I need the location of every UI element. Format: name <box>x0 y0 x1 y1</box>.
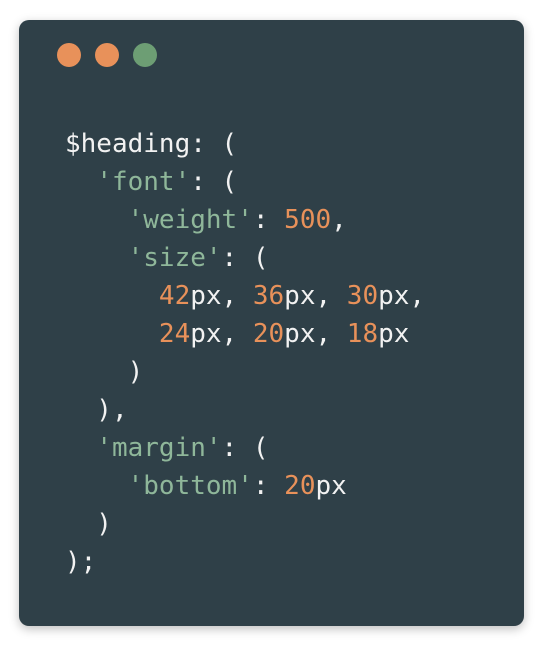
code-token-plain: ) <box>65 357 144 387</box>
code-token-number: 500 <box>284 205 332 235</box>
code-token-string: 'bottom' <box>127 471 253 501</box>
zoom-dot-icon[interactable] <box>133 43 157 67</box>
code-token-plain: ), <box>65 395 128 425</box>
code-token-plain: px <box>315 471 347 501</box>
code-block: $heading: ( 'font': ( 'weight': 500, 'si… <box>65 125 425 581</box>
code-token-plain: : <box>252 205 285 235</box>
code-token-plain: : ( <box>221 433 269 463</box>
code-token-number: 20 <box>252 319 285 349</box>
code-token-number: 36 <box>252 281 285 311</box>
code-line: 42px, 36px, 30px, <box>65 277 425 315</box>
code-token-plain: px, <box>284 281 347 311</box>
code-line: 'margin': ( <box>65 429 425 467</box>
code-line: ) <box>65 505 425 543</box>
code-token-number: 24 <box>158 319 191 349</box>
code-line: 'weight': 500, <box>65 201 425 239</box>
code-token-plain: px, <box>378 281 426 311</box>
code-token-plain: : ( <box>221 243 269 273</box>
code-token-plain: px, <box>190 281 253 311</box>
code-token-plain: $heading: ( <box>65 129 238 159</box>
code-line: ), <box>65 391 425 429</box>
code-token-string: 'weight' <box>127 205 253 235</box>
code-token-plain: : <box>252 471 285 501</box>
code-token-number: 20 <box>284 471 316 501</box>
code-token-plain: , <box>331 205 347 235</box>
code-token-plain: : ( <box>190 167 238 197</box>
minimize-dot-icon[interactable] <box>95 43 119 67</box>
code-token-number: 30 <box>346 281 379 311</box>
code-line: 'font': ( <box>65 163 425 201</box>
code-token-string: 'margin' <box>96 433 222 463</box>
code-window: $heading: ( 'font': ( 'weight': 500, 'si… <box>19 20 524 626</box>
code-token-plain: ); <box>65 547 97 577</box>
code-token-plain: px, <box>190 319 253 349</box>
code-line: 24px, 20px, 18px <box>65 315 425 353</box>
close-dot-icon[interactable] <box>57 43 81 67</box>
code-token-string: 'font' <box>96 167 191 197</box>
code-line: ) <box>65 353 425 391</box>
code-token-number: 42 <box>158 281 191 311</box>
code-token-number: 18 <box>346 319 379 349</box>
code-line: $heading: ( <box>65 125 425 163</box>
code-token-string: 'size' <box>127 243 222 273</box>
code-token-plain: ) <box>65 509 112 539</box>
code-line: 'bottom': 20px <box>65 467 425 505</box>
code-line: 'size': ( <box>65 239 425 277</box>
code-token-plain: px, <box>284 319 347 349</box>
code-line: ); <box>65 543 425 581</box>
code-token-plain: px <box>378 319 410 349</box>
window-controls <box>57 43 157 67</box>
